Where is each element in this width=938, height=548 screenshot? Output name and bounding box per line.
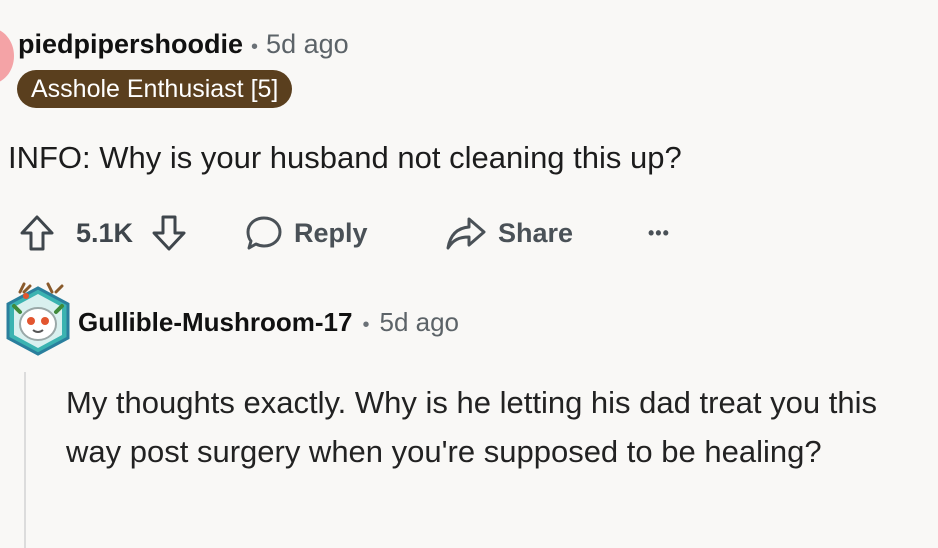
- arrow-up-outline-icon: [20, 215, 54, 251]
- reply-header: Gullible-Mushroom-17 • 5d ago: [78, 302, 459, 345]
- share-button[interactable]: Share: [444, 206, 573, 260]
- reply-author[interactable]: Gullible-Mushroom-17: [78, 302, 352, 342]
- comment-timestamp[interactable]: 5d ago: [266, 26, 349, 62]
- comment-body: INFO: Why is your husband not cleaning t…: [8, 140, 682, 175]
- user-avatar-icon[interactable]: [2, 282, 74, 358]
- reply-button[interactable]: Reply: [244, 206, 368, 260]
- ellipsis-icon: •••: [648, 222, 670, 243]
- upvote-button[interactable]: [18, 206, 56, 260]
- separator-dot: •: [362, 314, 370, 336]
- reply-label: Reply: [294, 217, 368, 248]
- user-flair: Asshole Enthusiast [5]: [17, 70, 293, 108]
- speech-bubble-icon: [246, 216, 282, 250]
- comment-thread: piedpipershoodie • 5d ago Asshole Enthus…: [0, 0, 938, 548]
- more-options-button[interactable]: •••: [648, 206, 670, 260]
- share-label: Share: [498, 217, 574, 248]
- downvote-button[interactable]: [150, 206, 188, 260]
- vote-score: 5.1K: [76, 206, 133, 260]
- reply-body: My thoughts exactly. Why is he letting h…: [66, 385, 877, 469]
- separator-dot: •: [251, 36, 259, 58]
- reply-timestamp[interactable]: 5d ago: [379, 302, 459, 342]
- share-arrow-icon: [446, 217, 486, 250]
- vote-count: 5.1K: [76, 217, 134, 248]
- comment-action-bar: 5.1K Reply Share •••: [0, 206, 938, 260]
- comment-author[interactable]: piedpipershoodie: [18, 26, 243, 62]
- arrow-down-outline-icon: [152, 215, 186, 251]
- user-avatar[interactable]: [0, 28, 14, 84]
- thread-line[interactable]: [24, 372, 26, 548]
- comment-header: piedpipershoodie • 5d ago: [18, 26, 349, 65]
